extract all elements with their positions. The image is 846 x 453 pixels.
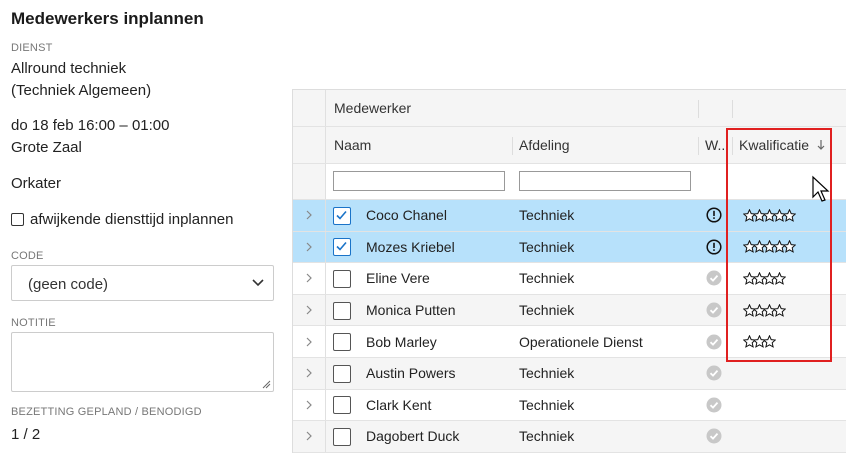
cell-afdeling: Techniek [519,365,575,382]
code-select-value: (geen code) [28,276,109,293]
row-expander[interactable] [293,263,326,294]
dienst-sub: (Techniek Algemeen) [11,82,152,99]
check-circle-icon [706,390,722,421]
row-expander[interactable] [293,358,326,389]
code-select[interactable]: (geen code) [11,265,274,301]
checkmark-icon [336,242,347,252]
chevron-right-icon[interactable] [305,210,313,220]
group-header-medewerker: Medewerker [334,100,412,116]
cell-naam: Clark Kent [366,396,432,413]
row-checkbox[interactable] [333,238,351,257]
dienst-label: DIENST [11,42,53,54]
row-checkbox[interactable] [333,364,351,383]
warning-icon [706,200,722,231]
row-checkbox[interactable] [333,333,351,352]
cell-afdeling: Operationele Dienst [519,333,643,350]
table-row[interactable]: Austin Powers Techniek [293,358,846,390]
cell-naam: Coco Chanel [366,207,447,224]
cell-afdeling: Techniek [519,270,575,287]
page-title: Medewerkers inplannen [11,9,204,28]
chevron-right-icon[interactable] [305,431,313,441]
row-checkbox[interactable] [333,301,351,320]
table-row[interactable]: Clark Kent Techniek [293,389,846,422]
check-circle-icon [706,326,722,357]
row-checkbox[interactable] [333,269,351,288]
checkbox-box[interactable] [11,213,24,226]
cell-naam: Austin Powers [366,365,456,382]
row-expander[interactable] [293,326,326,357]
column-header-afdeling[interactable]: Afdeling [519,127,570,163]
check-circle-icon [706,421,722,452]
chevron-right-icon[interactable] [305,368,313,378]
cell-naam: Monica Putten [366,302,456,319]
check-circle-icon [706,295,722,326]
chevron-right-icon[interactable] [305,242,313,252]
chevron-down-icon [252,279,264,287]
cell-naam: Dagobert Duck [366,428,460,445]
cell-afdeling: Techniek [519,238,575,255]
afdeling-filter-input[interactable] [519,171,691,191]
cell-naam: Eline Vere [366,270,430,287]
row-expander[interactable] [293,231,326,263]
chevron-right-icon[interactable] [305,273,313,283]
resize-grip-icon[interactable] [261,379,271,389]
afwijkende-tijd-label: afwijkende diensttijd inplannen [30,211,234,228]
chevron-right-icon[interactable] [305,400,313,410]
kwalificatie-highlight-box [726,128,832,362]
venue-name: Orkater [11,175,62,192]
notitie-textarea[interactable] [11,332,274,392]
bezetting-value: 1 / 2 [11,426,41,443]
code-label: CODE [11,250,44,262]
chevron-right-icon[interactable] [305,305,313,315]
chevron-right-icon[interactable] [305,337,313,347]
row-checkbox[interactable] [333,396,351,415]
column-header-naam[interactable]: Naam [334,127,371,163]
dienst-datetime: do 18 feb 16:00 – 01:00 [11,117,170,134]
warning-icon [706,232,722,263]
dienst-name: Allround techniek [11,60,127,77]
group-header-row: Medewerker [293,90,846,127]
checkmark-icon [336,210,347,220]
dienst-location: Grote Zaal [11,139,82,156]
cell-afdeling: Techniek [519,428,575,445]
naam-filter-input[interactable] [333,171,505,191]
cell-afdeling: Techniek [519,207,575,224]
row-expander[interactable] [293,200,326,231]
row-expander[interactable] [293,421,326,452]
check-circle-icon [706,358,722,389]
check-circle-icon [706,263,722,294]
cell-afdeling: Techniek [519,396,575,413]
mouse-cursor-icon [812,175,830,202]
row-expander[interactable] [293,294,326,326]
cell-afdeling: Techniek [519,302,575,319]
cell-naam: Mozes Kriebel [366,238,455,255]
bezetting-label: BEZETTING GEPLAND / BENODIGD [11,406,202,418]
row-checkbox[interactable] [333,427,351,446]
row-expander[interactable] [293,389,326,421]
table-row[interactable]: Dagobert Duck Techniek [293,421,846,453]
notitie-label: NOTITIE [11,317,56,329]
afwijkende-tijd-checkbox[interactable]: afwijkende diensttijd inplannen [11,211,233,228]
cell-naam: Bob Marley [366,333,437,350]
row-checkbox[interactable] [333,206,351,225]
